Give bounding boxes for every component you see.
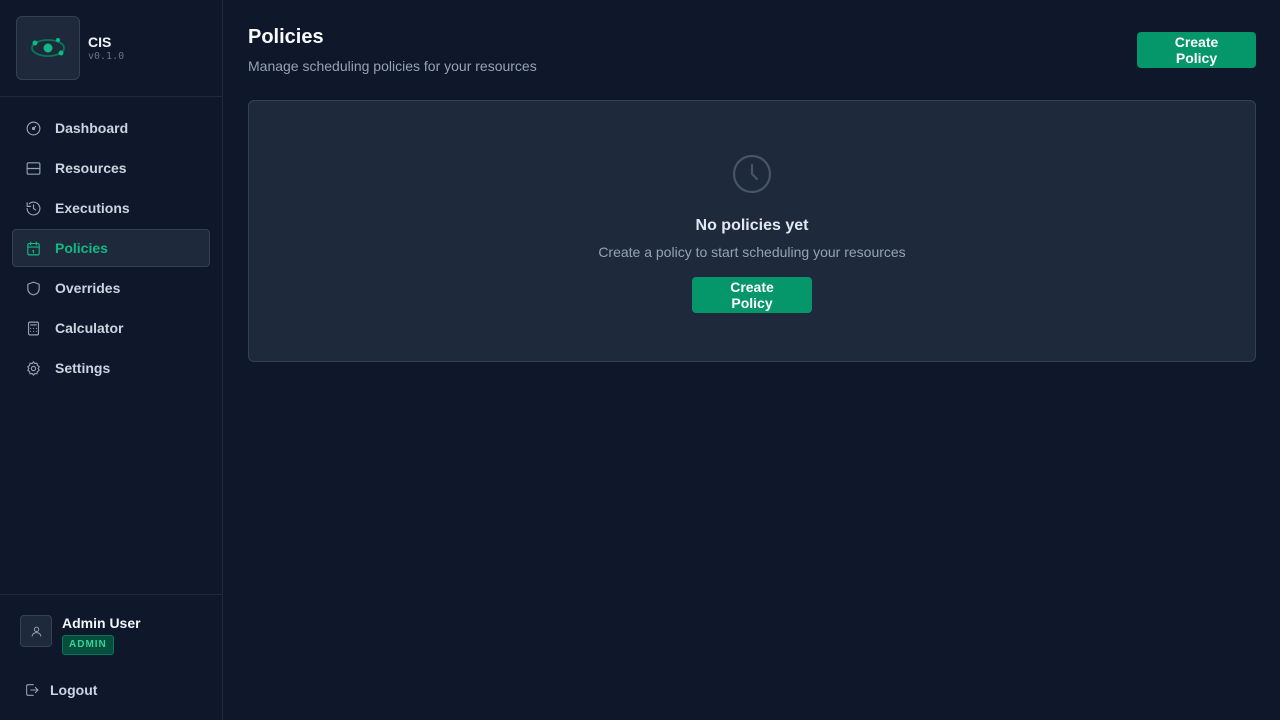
empty-state-card: No policies yet Create a policy to start… (248, 100, 1256, 362)
sidebar-item-label: Policies (55, 240, 108, 256)
history-icon (25, 200, 42, 217)
clock-icon (731, 153, 773, 195)
page-header: Policies Manage scheduling policies for … (248, 0, 1256, 100)
gear-icon (25, 360, 42, 377)
sidebar-item-calculator[interactable]: Calculator (12, 309, 210, 347)
page-subtitle: Manage scheduling policies for your reso… (248, 58, 537, 74)
calendar-icon (25, 240, 42, 257)
sidebar-item-dashboard[interactable]: Dashboard (12, 109, 210, 147)
shield-icon (25, 280, 42, 297)
sidebar-item-label: Settings (55, 360, 111, 376)
sidebar-nav: Dashboard Resources Executions Policies … (0, 97, 222, 387)
sidebar-item-policies[interactable]: Policies (12, 229, 210, 267)
sidebar: CIS v0.1.0 Dashboard Resources Execution… (0, 0, 223, 720)
app-logo[interactable] (16, 16, 80, 80)
empty-state-create-policy-button[interactable]: Create Policy (692, 277, 812, 313)
empty-state-text: Create a policy to start scheduling your… (598, 244, 906, 260)
main-content: Policies Manage scheduling policies for … (248, 0, 1256, 362)
logout-label: Logout (50, 682, 98, 698)
app-version: v0.1.0 (88, 51, 125, 62)
app-name: CIS (88, 34, 112, 50)
sidebar-item-label: Resources (55, 160, 127, 176)
logout-icon (26, 684, 39, 696)
empty-state-title: No policies yet (695, 217, 809, 234)
user-icon (31, 626, 41, 636)
sidebar-item-settings[interactable]: Settings (12, 349, 210, 387)
user-name: Admin User (62, 615, 141, 631)
page-title: Policies (248, 26, 324, 48)
sidebar-item-label: Executions (55, 200, 130, 216)
logout-button[interactable]: Logout (24, 682, 97, 698)
server-icon (25, 160, 42, 177)
sidebar-item-executions[interactable]: Executions (12, 189, 210, 227)
sidebar-item-label: Overrides (55, 280, 121, 296)
role-badge: ADMIN (62, 635, 114, 655)
brand: CIS v0.1.0 (0, 0, 222, 97)
user-panel: Admin User ADMIN Logout (0, 594, 222, 720)
dashboard-icon (25, 120, 42, 137)
sidebar-item-resources[interactable]: Resources (12, 149, 210, 187)
sidebar-item-overrides[interactable]: Overrides (12, 269, 210, 307)
calculator-icon (25, 320, 42, 337)
orbit-logo-icon (31, 38, 65, 57)
sidebar-item-label: Dashboard (55, 120, 129, 136)
avatar[interactable] (20, 615, 52, 647)
create-policy-button[interactable]: Create Policy (1137, 32, 1256, 68)
sidebar-item-label: Calculator (55, 320, 124, 336)
